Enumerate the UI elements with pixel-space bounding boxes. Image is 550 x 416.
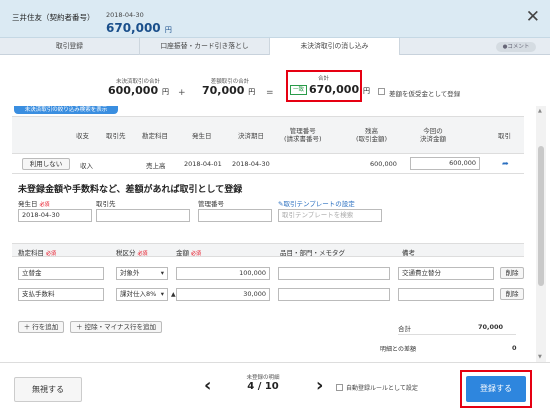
line-account-input[interactable]: 立替金 bbox=[18, 267, 104, 280]
total-value: 一致 670,000 円 bbox=[290, 83, 370, 96]
triangle-icon: ▲ bbox=[171, 291, 176, 298]
line-delete-button[interactable]: 削除 bbox=[500, 267, 524, 279]
table-row: 利用しない 収入 売上高 2018-04-01 2018-04-30 600,0… bbox=[12, 154, 524, 174]
exclude-button[interactable]: 利用しない bbox=[22, 158, 70, 170]
statement-date: 2018-04-30 bbox=[106, 11, 144, 19]
modal-footer: 無視する ‹ 未登録の明細 4 / 10 › 自動登録ルールとして設定 登録する bbox=[0, 362, 550, 416]
scroll-up-icon[interactable]: ▲ bbox=[538, 108, 542, 114]
equals-sign: = bbox=[266, 88, 274, 98]
lines-col-tax: 税区分 必須 bbox=[116, 249, 148, 257]
col-account: 勘定科目 bbox=[142, 132, 168, 140]
lines-col-amount: 金額 必須 bbox=[176, 249, 202, 257]
col-current: 今回の 決済金額 bbox=[420, 127, 446, 143]
col-partner: 取引先 bbox=[106, 132, 126, 140]
tab-register[interactable]: 取引登録 bbox=[0, 38, 140, 55]
chevron-down-icon: ▾ bbox=[160, 269, 164, 277]
tab-card-debit[interactable]: 口座振替・カード引き落とし bbox=[140, 38, 270, 55]
row-due: 600,000 bbox=[370, 160, 397, 168]
issue-date-label: 発生日 必須 bbox=[18, 200, 50, 208]
diff-label: 明細との差額 bbox=[380, 346, 416, 353]
lines-total-value: 70,000 bbox=[478, 323, 504, 331]
total-box: 合計 一致 670,000 円 bbox=[286, 70, 370, 102]
open-txn-icon[interactable]: ➦ bbox=[502, 159, 509, 168]
statement-amount: 670,000 円 bbox=[106, 21, 172, 35]
row-settle: 2018-04-30 bbox=[232, 160, 270, 168]
auto-rule-option[interactable]: 自動登録ルールとして設定 bbox=[336, 383, 418, 392]
ignore-button[interactable]: 無視する bbox=[14, 377, 82, 402]
col-settle: 決済期日 bbox=[238, 132, 264, 140]
match-badge: 一致 bbox=[290, 85, 308, 95]
close-icon[interactable]: ✕ bbox=[526, 7, 540, 27]
col-mgmt: 管理番号 (請求書番号) bbox=[284, 127, 322, 143]
scrollbar[interactable]: ▲ ▼ bbox=[536, 106, 546, 362]
pager-value: 4 / 10 bbox=[247, 381, 279, 392]
pager-caption: 未登録の明細 bbox=[246, 375, 280, 381]
col-in-out: 収支 bbox=[76, 132, 89, 140]
diff-txn-value: 70,000 円 bbox=[202, 84, 256, 97]
template-search-input[interactable]: 取引テンプレートを検索 bbox=[278, 209, 382, 222]
row-account: 売上高 bbox=[146, 162, 166, 170]
mgmt-no-label: 管理番号 bbox=[198, 200, 224, 208]
divider bbox=[398, 334, 516, 335]
line-tax-select[interactable]: 課対仕入8% ▾ bbox=[116, 288, 168, 301]
add-row-button[interactable]: ＋ 行を追加 bbox=[18, 321, 64, 333]
line-items-input[interactable] bbox=[278, 267, 390, 280]
issue-date-input[interactable]: 2018-04-30 bbox=[18, 209, 92, 222]
row-issue: 2018-04-01 bbox=[184, 160, 222, 168]
scroll-thumb[interactable] bbox=[538, 146, 544, 286]
add-minus-row-button[interactable]: ＋ 控除・マイナス行を追加 bbox=[70, 321, 162, 333]
reconcile-modal: 三井住友（契約者番号） 2018-04-30 670,000 円 ✕ 取引登録 … bbox=[0, 0, 550, 416]
scroll-down-icon[interactable]: ▼ bbox=[538, 354, 542, 360]
row-in-out: 収入 bbox=[80, 162, 93, 170]
suspense-checkbox[interactable] bbox=[378, 88, 385, 95]
filter-toggle[interactable]: 未決済取引の絞り込み検索を表示 bbox=[14, 106, 118, 114]
prev-icon[interactable]: ‹ bbox=[204, 375, 211, 396]
lines-total-label: 合計 bbox=[398, 325, 411, 333]
col-issue: 発生日 bbox=[192, 132, 212, 140]
chevron-down-icon: ▾ bbox=[160, 290, 164, 298]
register-button[interactable]: 登録する bbox=[466, 376, 526, 402]
account-name: 三井住友（契約者番号） bbox=[12, 13, 95, 22]
line-items-input[interactable] bbox=[278, 288, 390, 301]
line-delete-button[interactable]: 削除 bbox=[500, 288, 524, 300]
auto-rule-checkbox[interactable] bbox=[336, 384, 343, 391]
unsettled-value: 600,000 円 bbox=[108, 84, 169, 97]
section-title: 未登録金額や手数料など、差額があれば取引として登録 bbox=[18, 185, 243, 195]
line-amount-input[interactable]: 30,000 bbox=[176, 288, 270, 301]
pager: 未登録の明細 4 / 10 bbox=[241, 373, 285, 392]
plus-sign: + bbox=[178, 88, 186, 98]
col-txn: 取引 bbox=[498, 132, 511, 140]
suspense-label: 差額を仮受金として登録 bbox=[389, 90, 461, 98]
col-due: 残高 (取引金額) bbox=[356, 127, 388, 143]
partner-input[interactable] bbox=[96, 209, 190, 222]
line-amount-input[interactable]: 100,000 bbox=[176, 267, 270, 280]
line-account-input[interactable]: 支払手数料 bbox=[18, 288, 104, 301]
partner-label: 取引先 bbox=[96, 200, 116, 208]
tab-reconcile[interactable]: 未決済取引の消し込み bbox=[270, 38, 400, 56]
modal-header: 三井住友（契約者番号） 2018-04-30 670,000 円 ✕ bbox=[0, 0, 550, 38]
tab-bar: 取引登録 口座振替・カード引き落とし 未決済取引の消し込み ●コメント bbox=[0, 38, 550, 56]
line-note-input[interactable] bbox=[398, 288, 494, 301]
next-icon[interactable]: › bbox=[316, 375, 323, 396]
table-header: 収支 取引先 勘定科目 発生日 決済期日 管理番号 (請求書番号) 残高 (取引… bbox=[12, 116, 524, 154]
register-button-highlight: 登録する bbox=[460, 370, 532, 408]
diff-value: 0 bbox=[512, 344, 517, 352]
comment-button[interactable]: ●コメント bbox=[496, 42, 536, 52]
lines-header: 勘定科目 必須 税区分 必須 金額 必須 品目・部門・メモタグ 備考 bbox=[12, 243, 524, 257]
summary-bar: 未決済取引の合計 600,000 円 + 差額取引の合計 70,000 円 = … bbox=[0, 55, 550, 107]
lines-col-account: 勘定科目 必須 bbox=[18, 249, 57, 257]
scroll-area[interactable]: 未決済取引の絞り込み検索を表示 収支 取引先 勘定科目 発生日 決済期日 管理番… bbox=[0, 106, 534, 362]
current-amount-input[interactable]: 600,000 bbox=[410, 157, 480, 170]
auto-rule-label: 自動登録ルールとして設定 bbox=[346, 385, 418, 392]
line-tax-select[interactable]: 対象外 ▾ bbox=[116, 267, 168, 280]
total-label: 合計 bbox=[317, 76, 329, 82]
mgmt-no-input[interactable] bbox=[198, 209, 272, 222]
lines-col-note: 備考 bbox=[402, 249, 415, 257]
template-link[interactable]: ✎取引テンプレートの設定 bbox=[278, 198, 355, 208]
line-note-input[interactable]: 交通費立替分 bbox=[398, 267, 494, 280]
lines-col-items: 品目・部門・メモタグ bbox=[280, 249, 345, 257]
